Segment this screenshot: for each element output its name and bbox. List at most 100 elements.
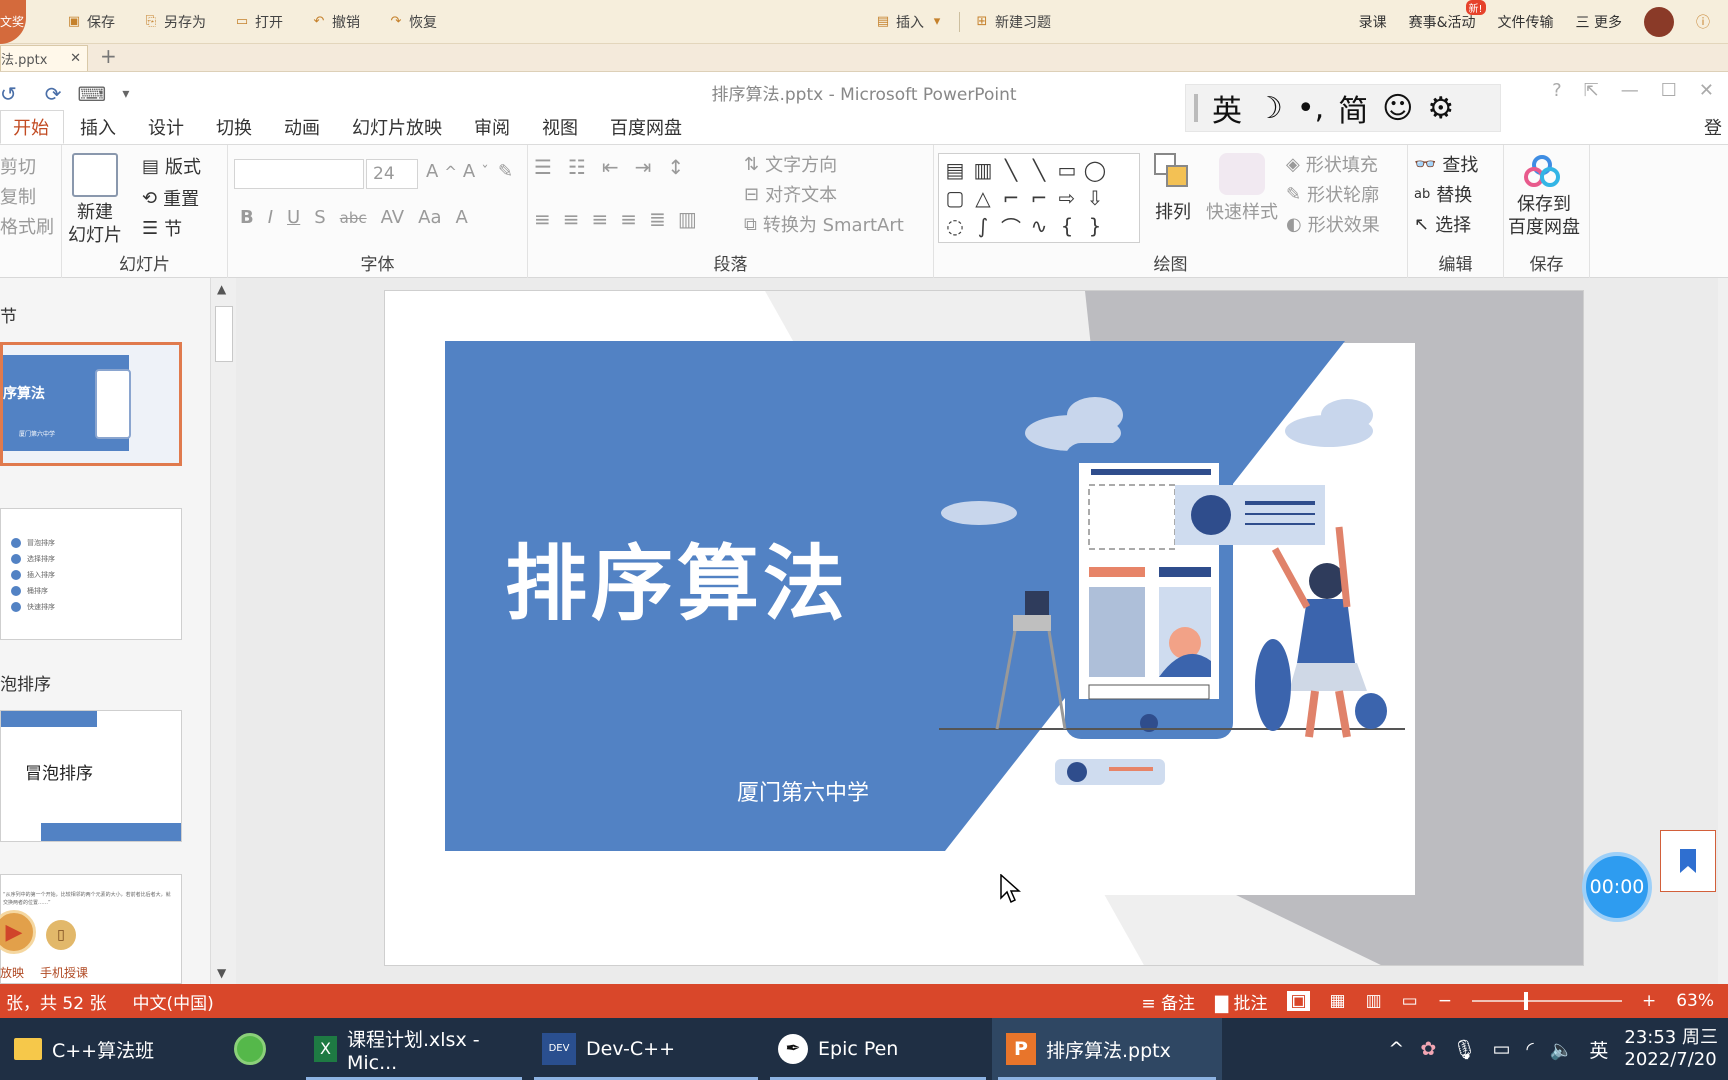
slide-title[interactable]: 排序算法 — [505, 517, 849, 636]
increase-indent-icon[interactable]: ⇥ — [635, 155, 652, 179]
open-button[interactable]: ▭ 打开 — [234, 12, 283, 32]
select-button[interactable]: ↖ 选择 — [1414, 211, 1471, 237]
input-language-indicator[interactable]: 英 — [1589, 1036, 1608, 1063]
save-button[interactable]: ▣ 保存 — [66, 12, 115, 32]
section-header-2[interactable]: 泡排序 — [0, 670, 51, 695]
redo-button[interactable]: ↷ 恢复 — [388, 12, 437, 32]
taskbar-powerpoint[interactable]: P 排序算法.pptx — [992, 1018, 1222, 1080]
distribute-icon[interactable]: ≣ — [649, 207, 666, 231]
slide-thumb-2[interactable]: 冒泡排序 选择排序 插入排序 桶排序 快速排序 — [0, 508, 182, 640]
save-as-button[interactable]: ⎘ 另存为 — [143, 12, 206, 32]
brace-left-shape-icon[interactable]: { — [1053, 212, 1081, 240]
phone-teach-button[interactable]: ▯ — [46, 920, 76, 950]
underline-button[interactable]: U — [287, 207, 300, 228]
line2-shape-icon[interactable]: ╲ — [1025, 156, 1053, 184]
maximize-icon[interactable]: ☐ — [1661, 80, 1677, 101]
save-to-baidu-button[interactable]: 保存到 百度网盘 — [1508, 155, 1580, 239]
triangle-shape-icon[interactable]: △ — [969, 184, 997, 212]
undo-button[interactable]: ↶ 撤销 — [311, 12, 360, 32]
record-button[interactable]: 录课 — [1359, 12, 1387, 32]
tab-view[interactable]: 视图 — [526, 110, 594, 144]
format-painter-button[interactable]: 格式刷 — [0, 213, 54, 239]
tray-app-icon[interactable]: ✿ — [1420, 1038, 1436, 1060]
restore-ribbon-icon[interactable]: ⇱ — [1584, 80, 1599, 101]
zoom-slider[interactable] — [1471, 992, 1622, 1010]
decrease-indent-icon[interactable]: ⇤ — [602, 155, 619, 179]
curve-shape-icon[interactable]: ∿ — [1025, 212, 1053, 240]
text-direction-button[interactable]: ⇅ 文字方向 — [744, 151, 837, 177]
tab-baidu-pan[interactable]: 百度网盘 — [594, 110, 698, 144]
doc-tab[interactable]: 法.pptx ✕ — [0, 45, 88, 71]
zoom-slider-knob[interactable] — [1523, 992, 1528, 1010]
zoom-in-icon[interactable]: + — [1642, 991, 1656, 1011]
font-size-field[interactable]: 24 — [366, 159, 418, 189]
line-spacing-icon[interactable]: ↕ — [667, 155, 684, 179]
numbering-icon[interactable]: ☷ — [568, 155, 586, 179]
columns-icon[interactable]: ▥ — [678, 207, 697, 231]
slide-thumb-1[interactable]: 序算法 厦门第六中学 — [0, 342, 182, 466]
tab-design[interactable]: 设计 — [132, 110, 200, 144]
taskbar-folder[interactable]: C++算法班 — [0, 1018, 220, 1080]
tab-review[interactable]: 审阅 — [458, 110, 526, 144]
quick-styles-button[interactable]: 快速样式 — [1206, 153, 1278, 224]
battery-icon[interactable]: ▭ — [1492, 1038, 1510, 1060]
close-window-icon[interactable]: ✕ — [1699, 80, 1714, 101]
sorter-view-icon[interactable]: ▦ — [1330, 991, 1346, 1011]
shape-fill-button[interactable]: ◈ 形状填充 — [1286, 151, 1378, 177]
comments-button[interactable]: ▇ 批注 — [1215, 989, 1267, 1014]
close-icon[interactable]: ✕ — [70, 51, 81, 66]
presenter-icon[interactable]: ⌨ — [78, 82, 107, 106]
brace-right-shape-icon[interactable]: } — [1081, 212, 1109, 240]
play-button[interactable]: ▶ — [0, 910, 36, 954]
slide-subtitle[interactable]: 厦门第六中学 — [737, 775, 869, 807]
events-button[interactable]: 赛事&活动 新! — [1409, 0, 1486, 32]
roundrect-shape-icon[interactable]: ▢ — [941, 184, 969, 212]
align-text-button[interactable]: ⊟ 对齐文本 — [744, 181, 837, 207]
tab-insert[interactable]: 插入 — [64, 110, 132, 144]
customize-chevron-icon[interactable]: ▾ — [122, 86, 129, 102]
arrow-down-shape-icon[interactable]: ⇩ — [1081, 184, 1109, 212]
strike-button[interactable]: abc — [340, 209, 367, 227]
reading-view-icon[interactable]: ▥ — [1366, 991, 1382, 1011]
elbow2-shape-icon[interactable]: ⌐ — [1025, 184, 1053, 212]
more-button[interactable]: 三 更多 — [1576, 12, 1622, 32]
slide-canvas[interactable]: 排序算法 厦门第六中学 — [236, 278, 1728, 984]
tab-animations[interactable]: 动画 — [268, 110, 336, 144]
section-button[interactable]: ☰ 节 — [142, 215, 182, 241]
tray-expand-icon[interactable]: ^ — [1388, 1038, 1404, 1060]
slide-thumb-3[interactable]: 冒泡排序 — [0, 710, 182, 842]
bookmark-button[interactable] — [1660, 830, 1716, 892]
replace-button[interactable]: ab 替换 — [1414, 181, 1472, 207]
new-exercise-button[interactable]: ⊞ 新建习题 — [974, 12, 1051, 32]
vtextbox-shape-icon[interactable]: ▥ — [969, 156, 997, 184]
timer-widget[interactable]: 00:00 — [1582, 852, 1652, 922]
new-slide-button[interactable]: 新建 幻灯片 — [68, 153, 122, 247]
find-button[interactable]: 👓 查找 — [1414, 151, 1478, 177]
taskbar-epicpen[interactable]: ✒ Epic Pen — [764, 1018, 992, 1080]
taskbar-excel[interactable]: X 课程计划.xlsx - Mic... — [300, 1018, 528, 1080]
taskbar-devcpp[interactable]: DEV Dev-C++ — [528, 1018, 764, 1080]
user-avatar[interactable] — [1644, 6, 1674, 37]
zoom-out-icon[interactable]: − — [1438, 991, 1452, 1011]
tab-transitions[interactable]: 切换 — [200, 110, 268, 144]
copy-button[interactable]: 复制 — [0, 183, 36, 209]
shapes-gallery[interactable]: ▤ ▥ ╲ ╲ ▭ ◯ ▢ △ ⌐ ⌐ ⇨ ⇩ ◌ ∫ ⌒ ∿{} — [938, 153, 1140, 243]
cut-button[interactable]: 剪切 — [0, 153, 36, 179]
clock[interactable]: 23:53 周三 2022/7/20 — [1624, 1027, 1718, 1071]
align-right-icon[interactable]: ≡ — [592, 207, 609, 231]
language-indicator[interactable]: 中文(中国) — [132, 989, 213, 1014]
notes-button[interactable]: ≡ 备注 — [1141, 989, 1195, 1014]
taskbar-browser[interactable] — [220, 1018, 300, 1080]
layout-button[interactable]: ▤ 版式 — [142, 153, 201, 179]
help-question-icon[interactable]: ? — [1552, 80, 1562, 101]
tab-home[interactable]: 开始 — [0, 110, 64, 144]
reset-button[interactable]: ⟲ 重置 — [142, 185, 199, 211]
normal-view-icon[interactable]: ▣ — [1287, 991, 1310, 1011]
smartart-button[interactable]: ⧉ 转换为 SmartArt — [744, 211, 904, 237]
thumbnail-scrollbar[interactable]: ▲ ▼ — [210, 278, 236, 984]
wifi-icon[interactable]: ◜ — [1526, 1038, 1533, 1060]
tab-slideshow[interactable]: 幻灯片放映 — [336, 110, 458, 144]
scroll-down-icon[interactable]: ▼ — [217, 966, 226, 980]
minimize-icon[interactable]: — — [1621, 80, 1639, 101]
freeform-shape-icon[interactable]: ◌ — [941, 212, 969, 240]
